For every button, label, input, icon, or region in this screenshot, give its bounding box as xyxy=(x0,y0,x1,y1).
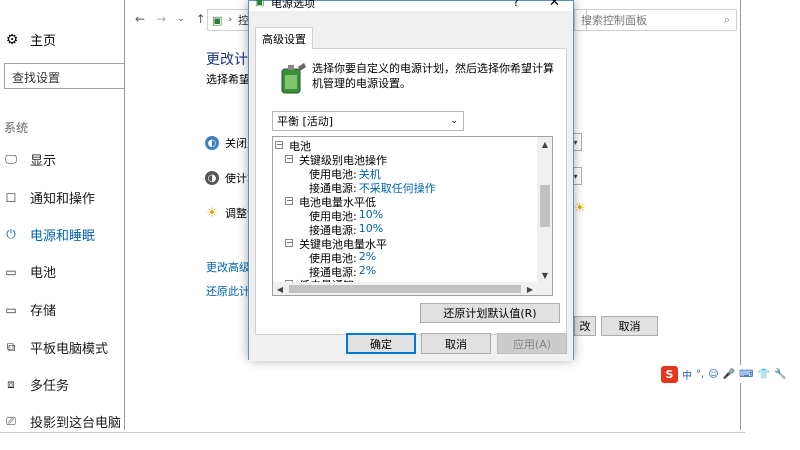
settings-search-input[interactable]: 查找设置 xyxy=(4,63,130,89)
punctuation-icon[interactable]: °, xyxy=(696,369,704,380)
power-options-icon: ▣ xyxy=(255,0,265,8)
divider xyxy=(0,432,745,433)
battery-plug-icon xyxy=(281,63,306,94)
ime-language-toggle[interactable]: 中 xyxy=(682,367,692,382)
emoji-icon[interactable]: ☺ xyxy=(708,369,718,380)
power-options-dialog: ▣ 电源选项 ? ✕ 高级设置 选择你要自定义的电源计划，然后选择你希望计算机管… xyxy=(248,0,574,361)
cancel-button[interactable]: 取消 xyxy=(421,333,491,354)
home-label: 主页 xyxy=(30,34,57,49)
collapse-icon[interactable]: − xyxy=(275,141,283,149)
tablet-mode-icon: ⧉ xyxy=(6,340,16,354)
ok-button[interactable]: 确定 xyxy=(346,333,416,354)
sidebar-item-label: 平板电脑模式 xyxy=(30,342,109,357)
chevron-down-icon[interactable]: ▼ xyxy=(537,268,552,282)
sidebar-item[interactable]: ▭ 存储 xyxy=(4,300,57,320)
close-icon[interactable]: ✕ xyxy=(549,0,560,10)
ime-toolbar: S 中 °, ☺ 🎤 ⌨ 👕 🔧 xyxy=(661,365,791,383)
cp-search-input[interactable]: 搜索控制面板 ⌕ xyxy=(574,9,737,31)
chevron-up-icon[interactable]: ▲ xyxy=(537,137,552,151)
settings-tree[interactable]: − 电池 − 关键级别电池操作 使用电池: 关机 接通电源: 不采取任何操作 − xyxy=(272,136,553,296)
notification-icon: ☐ xyxy=(5,190,17,205)
cp-search-placeholder: 搜索控制面板 xyxy=(581,14,647,27)
multitask-icon: ⧈ xyxy=(7,377,15,391)
collapse-icon[interactable]: − xyxy=(285,239,293,247)
tools-icon[interactable]: 🔧 xyxy=(774,369,786,380)
sidebar-item[interactable]: ▭ 电池 xyxy=(4,262,57,282)
forward-arrow-icon[interactable]: → xyxy=(156,12,166,26)
monitor-icon: 🖵 xyxy=(5,152,17,166)
sidebar-item-label: 多任务 xyxy=(30,379,70,394)
sun-icon: ☀ xyxy=(206,205,218,221)
tree-value[interactable]: 2% xyxy=(359,264,376,280)
battery-icon: ▭ xyxy=(5,264,17,279)
advanced-settings-panel: 选择你要自定义的电源计划，然后选择你希望计算机管理的电源设置。 平衡 [活动] … xyxy=(255,48,567,335)
plan-selected-value: 平衡 [活动] xyxy=(277,115,334,128)
gear-icon: ⚙ xyxy=(5,31,19,48)
skin-icon[interactable]: 👕 xyxy=(758,369,770,380)
home-nav-item[interactable]: ⚙ 主页 xyxy=(4,30,57,50)
sidebar-item-label: 通知和操作 xyxy=(30,192,96,207)
chevron-right-icon: › xyxy=(228,15,233,25)
storage-icon: ▭ xyxy=(5,302,17,317)
sun-icon: ☀ xyxy=(574,201,586,216)
sidebar-item-label: 显示 xyxy=(30,154,57,169)
chevron-right-icon[interactable]: ▶ xyxy=(523,282,537,295)
control-panel-icon: ▣ xyxy=(212,13,223,27)
sidebar-item-label: 电源和睡眠 xyxy=(30,229,96,244)
tab-advanced-settings[interactable]: 高级设置 xyxy=(255,27,313,49)
display-icon: ◐ xyxy=(205,136,219,150)
keyboard-icon[interactable]: ⌨ xyxy=(739,369,753,380)
dialog-description: 选择你要自定义的电源计划，然后选择你希望计算机管理的电源设置。 xyxy=(312,62,554,90)
dialog-body: 高级设置 选择你要自定义的电源计划，然后选择你希望计算机管理的电源设置。 平衡 … xyxy=(249,11,573,361)
sidebar-item-label: 存储 xyxy=(30,304,57,319)
collapse-icon[interactable]: − xyxy=(285,155,293,163)
sidebar-item-label: 电池 xyxy=(30,266,57,281)
scrollbar-corner xyxy=(537,282,552,295)
scrollbar-thumb[interactable] xyxy=(540,185,550,227)
help-icon[interactable]: ? xyxy=(513,0,519,9)
section-label: 系统 xyxy=(4,121,29,135)
apply-button: 应用(A) xyxy=(497,333,567,354)
sidebar-item[interactable]: ⎚ 投影到这台电脑 xyxy=(4,412,121,431)
moon-icon: ◑ xyxy=(205,171,219,185)
horizontal-scrollbar[interactable]: ◀ ▶ xyxy=(273,282,552,295)
save-changes-button[interactable]: 改 xyxy=(574,316,596,336)
sidebar-item[interactable]: 🖵 显示 xyxy=(4,150,56,169)
restore-defaults-button[interactable]: 还原计划默认值(R) xyxy=(420,303,560,323)
search-icon[interactable]: ⌕ xyxy=(724,13,730,27)
power-plan-select[interactable]: 平衡 [活动] ⌄ xyxy=(272,111,464,131)
cp-nav-buttons: ← → ⌄ ↑ xyxy=(135,12,206,26)
sidebar-item[interactable]: ⧈ 多任务 xyxy=(4,375,69,394)
up-arrow-icon[interactable]: ↑ xyxy=(196,12,206,26)
power-icon: ⏻ xyxy=(6,227,16,241)
chevron-down-icon[interactable]: ⌄ xyxy=(177,14,185,24)
cancel-button[interactable]: 取消 xyxy=(601,316,658,336)
scrollbar-thumb[interactable] xyxy=(289,285,521,293)
sidebar-item-label: 投影到这台电脑 xyxy=(30,416,122,431)
chevron-left-icon[interactable]: ◀ xyxy=(273,282,287,295)
sogou-logo-icon[interactable]: S xyxy=(661,365,678,383)
back-arrow-icon[interactable]: ← xyxy=(135,12,145,26)
sidebar-item[interactable]: ⧉ 平板电脑模式 xyxy=(4,338,108,357)
sidebar-item[interactable]: ⏻ 电源和睡眠 xyxy=(4,225,95,244)
chevron-down-icon: ⌄ xyxy=(450,116,458,126)
dialog-title: 电源选项 xyxy=(271,0,315,10)
sidebar-item[interactable]: ☐ 通知和操作 xyxy=(4,188,96,208)
microphone-icon[interactable]: 🎤 xyxy=(723,369,735,380)
vertical-scrollbar[interactable]: ▲ ▼ xyxy=(537,137,552,282)
collapse-icon[interactable]: − xyxy=(285,197,293,205)
project-icon: ⎚ xyxy=(6,414,16,428)
